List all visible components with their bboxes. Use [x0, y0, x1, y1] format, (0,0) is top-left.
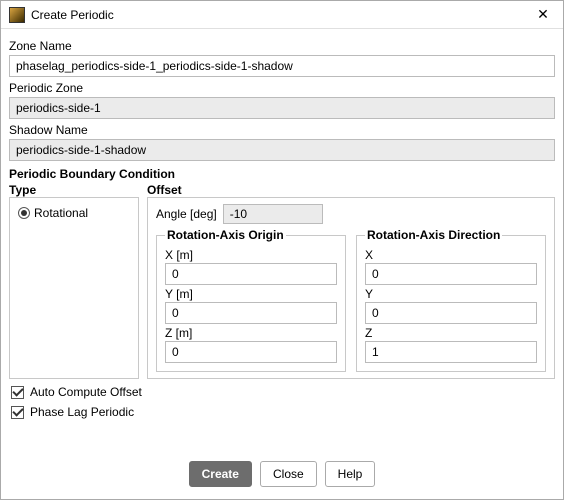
origin-y-input[interactable] — [165, 302, 337, 324]
window-title: Create Periodic — [31, 8, 531, 22]
type-heading: Type — [9, 183, 139, 197]
origin-y-label: Y [m] — [165, 287, 337, 301]
auto-compute-label: Auto Compute Offset — [30, 385, 142, 399]
direction-z-label: Z — [365, 326, 537, 340]
angle-input[interactable] — [223, 204, 323, 224]
direction-z-input[interactable] — [365, 341, 537, 363]
help-button[interactable]: Help — [325, 461, 376, 487]
rotational-radio[interactable]: Rotational — [18, 206, 130, 220]
direction-y-input[interactable] — [365, 302, 537, 324]
rotational-label: Rotational — [34, 206, 88, 220]
rotation-axis-direction-group: Rotation-Axis Direction X Y Z — [356, 228, 546, 372]
zone-name-label: Zone Name — [9, 39, 555, 53]
periodic-zone-input[interactable] — [9, 97, 555, 119]
periodic-zone-label: Periodic Zone — [9, 81, 555, 95]
direction-x-label: X — [365, 248, 537, 262]
rotation-axis-origin-group: Rotation-Axis Origin X [m] Y [m] Z [m] — [156, 228, 346, 372]
offset-grids: Rotation-Axis Origin X [m] Y [m] Z [m] R… — [156, 228, 546, 372]
shadow-name-label: Shadow Name — [9, 123, 555, 137]
create-periodic-dialog: Create Periodic ✕ Zone Name Periodic Zon… — [0, 0, 564, 500]
direction-y-label: Y — [365, 287, 537, 301]
zone-name-input[interactable] — [9, 55, 555, 77]
pbc-subhead: Type Offset — [9, 183, 555, 197]
origin-z-input[interactable] — [165, 341, 337, 363]
angle-label: Angle [deg] — [156, 207, 217, 221]
origin-x-input[interactable] — [165, 263, 337, 285]
checkbox-icon — [11, 406, 24, 419]
phase-lag-label: Phase Lag Periodic — [30, 405, 134, 419]
origin-x-label: X [m] — [165, 248, 337, 262]
pbc-title: Periodic Boundary Condition — [9, 167, 555, 181]
titlebar: Create Periodic ✕ — [1, 1, 563, 29]
offset-panel: Angle [deg] Rotation-Axis Origin X [m] Y… — [147, 197, 555, 379]
direction-title: Rotation-Axis Direction — [365, 228, 502, 242]
close-button[interactable]: Close — [260, 461, 317, 487]
phase-lag-checkbox[interactable]: Phase Lag Periodic — [11, 405, 555, 419]
origin-z-label: Z [m] — [165, 326, 337, 340]
pbc-body: Rotational Angle [deg] Rotation-Axis Ori… — [9, 197, 555, 379]
type-panel: Rotational — [9, 197, 139, 379]
dialog-footer: Create Close Help — [1, 451, 563, 499]
direction-x-input[interactable] — [365, 263, 537, 285]
shadow-name-input[interactable] — [9, 139, 555, 161]
checkbox-icon — [11, 386, 24, 399]
radio-icon — [18, 207, 30, 219]
auto-compute-checkbox[interactable]: Auto Compute Offset — [11, 385, 555, 399]
origin-title: Rotation-Axis Origin — [165, 228, 286, 242]
offset-heading: Offset — [147, 183, 555, 197]
dialog-content: Zone Name Periodic Zone Shadow Name Peri… — [1, 29, 563, 451]
create-button[interactable]: Create — [189, 461, 252, 487]
angle-row: Angle [deg] — [156, 204, 546, 224]
app-icon — [9, 7, 25, 23]
close-icon[interactable]: ✕ — [531, 6, 555, 23]
